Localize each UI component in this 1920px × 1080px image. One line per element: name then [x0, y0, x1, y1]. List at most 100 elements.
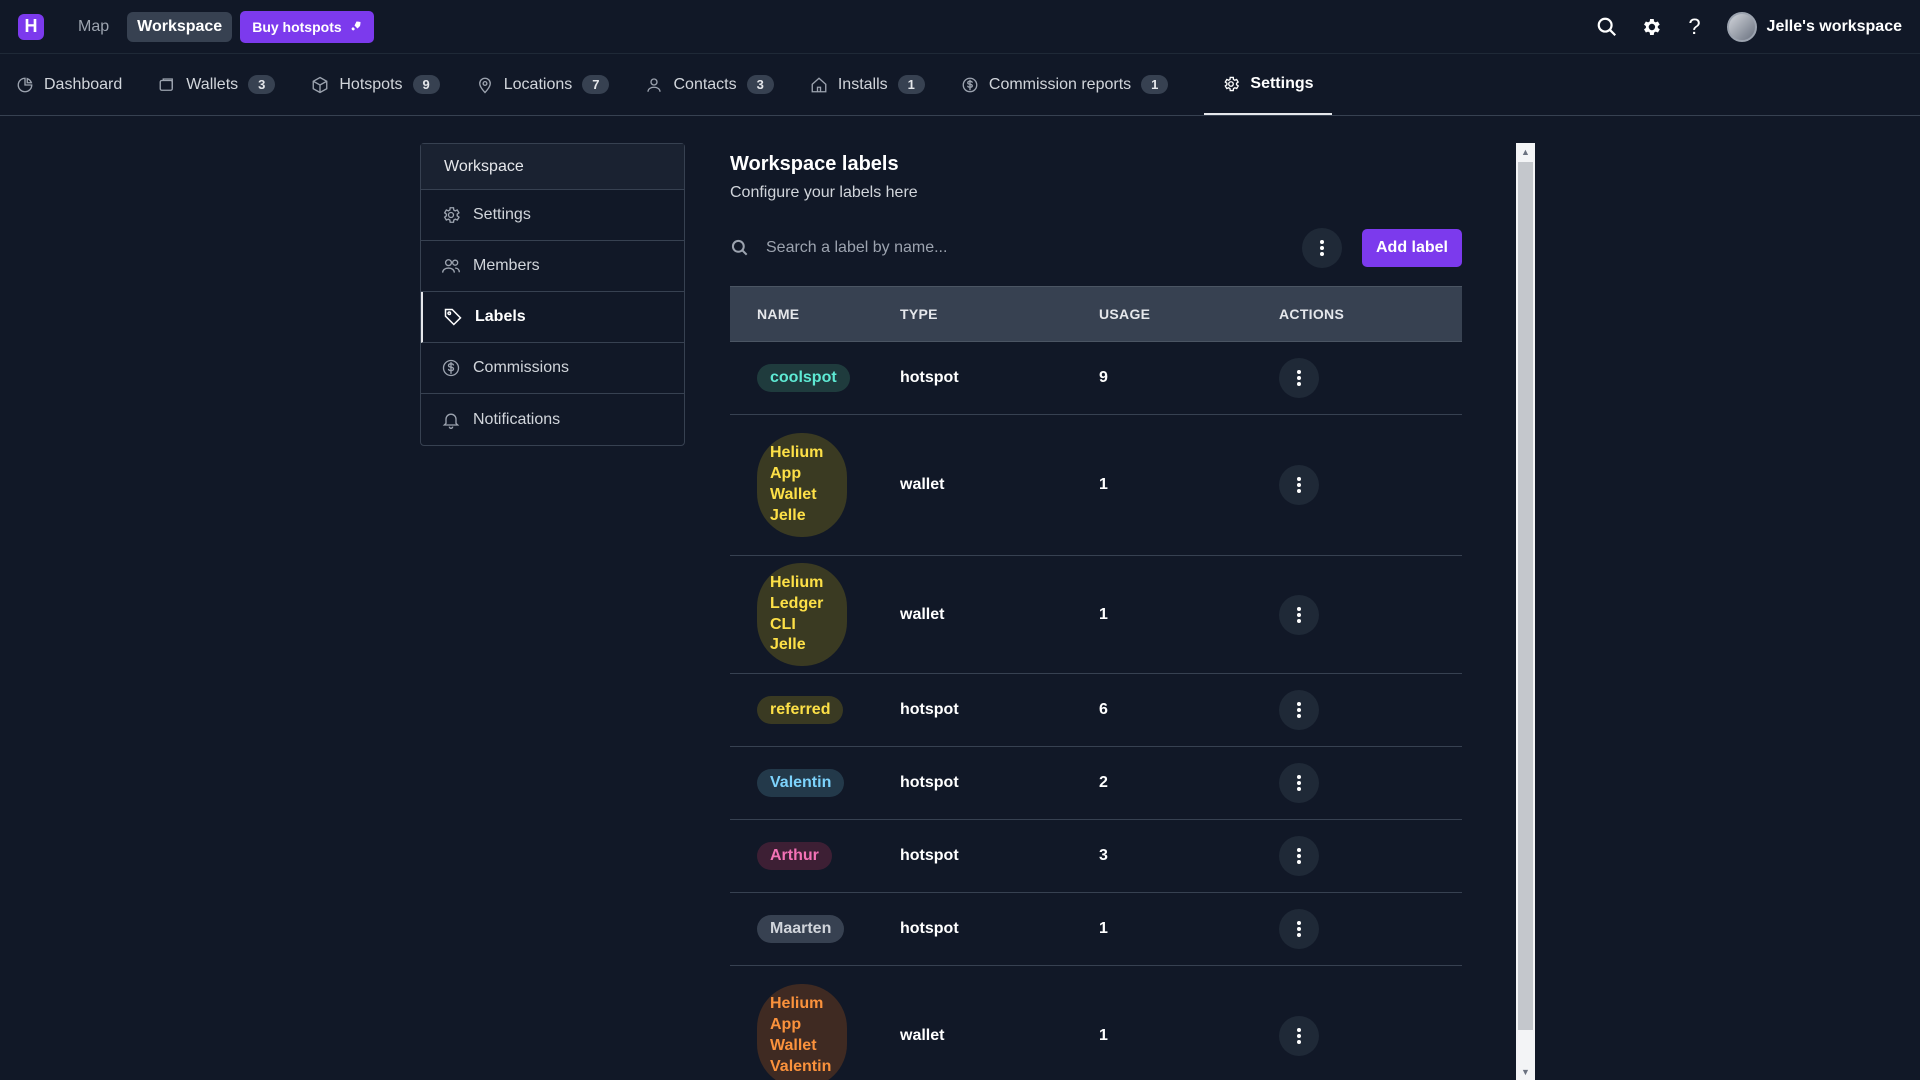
gear-icon: [441, 205, 461, 225]
usage-cell: 6: [1099, 701, 1108, 718]
search-icon[interactable]: [1595, 15, 1619, 39]
row-actions-button[interactable]: [1279, 690, 1319, 730]
side-menu-item-members[interactable]: Members: [421, 241, 684, 292]
page-title: Workspace labels: [730, 153, 899, 175]
buy-hotspots-button[interactable]: Buy hotspots: [240, 10, 374, 43]
tab-label: Contacts: [673, 75, 737, 93]
labels-panel: Workspace labels Configure your labels h…: [730, 143, 1462, 1080]
tab-settings[interactable]: Settings: [1204, 54, 1332, 115]
users-icon: [441, 256, 461, 276]
count-badge: 1: [1141, 75, 1169, 94]
type-cell: hotspot: [900, 847, 959, 864]
cube-icon: [311, 76, 329, 94]
count-badge: 9: [412, 75, 440, 94]
kebab-icon: [1297, 921, 1301, 937]
more-options-button[interactable]: [1301, 228, 1342, 268]
kebab-icon: [1297, 848, 1301, 864]
usage-cell: 3: [1099, 847, 1108, 864]
type-cell: hotspot: [900, 701, 959, 718]
name-cell: coolspot: [730, 363, 900, 393]
label-chip: Valentin: [757, 768, 845, 798]
usage-cell: 1: [1099, 476, 1108, 493]
labels-table: NAME TYPE USAGE ACTIONS coolspot hotspot 9…: [730, 286, 1462, 1080]
kebab-icon: [1297, 775, 1301, 791]
name-cell: Helium App Wallet Jelle: [730, 433, 900, 537]
column-header-type[interactable]: TYPE: [900, 306, 1099, 322]
count-badge: 3: [248, 75, 276, 94]
tab-label: Installs: [837, 75, 888, 93]
side-menu-label: Labels: [475, 308, 526, 325]
table-row: Arthur hotspot 3: [730, 820, 1462, 893]
row-actions-button[interactable]: [1279, 909, 1319, 949]
side-menu-label: Settings: [473, 206, 531, 223]
pie-chart-icon: [16, 76, 34, 94]
dollar-circle-icon: [961, 76, 979, 94]
usage-cell: 1: [1099, 605, 1108, 623]
scrollbar[interactable]: ▲ ▼: [1516, 143, 1535, 1080]
column-header-name[interactable]: NAME: [730, 306, 900, 322]
workspace-name[interactable]: Jelle's workspace: [1767, 18, 1902, 36]
type-cell: hotspot: [900, 369, 959, 386]
tab-label: Wallets: [186, 75, 239, 93]
side-menu-item-commissions[interactable]: Commissions: [421, 343, 684, 394]
kebab-icon: [1319, 240, 1324, 256]
help-icon[interactable]: ?: [1683, 14, 1707, 39]
nav-map[interactable]: Map: [68, 12, 119, 42]
label-chip: Maarten: [757, 914, 845, 944]
tab-commission-reports[interactable]: Commission reports 1: [961, 54, 1187, 115]
column-header-usage[interactable]: USAGE: [1099, 306, 1279, 322]
side-menu-item-labels[interactable]: Labels: [421, 292, 684, 343]
tab-hotspots[interactable]: Hotspots 9: [311, 54, 457, 115]
row-actions-button[interactable]: [1279, 465, 1319, 505]
avatar[interactable]: [1726, 11, 1757, 42]
actions-cell: [1279, 1016, 1429, 1056]
dollar-circle-icon: [441, 358, 461, 378]
nav-workspace[interactable]: Workspace: [127, 11, 233, 42]
tab-label: Settings: [1250, 74, 1314, 92]
type-cell: hotspot: [900, 774, 959, 791]
scroll-down-arrow-icon[interactable]: ▼: [1516, 1063, 1535, 1080]
usage-cell: 9: [1099, 369, 1108, 386]
count-badge: 3: [746, 75, 774, 94]
tab-dashboard[interactable]: Dashboard: [16, 54, 140, 115]
add-label-button[interactable]: Add label: [1361, 229, 1462, 267]
usage-cell: 1: [1099, 1027, 1108, 1044]
label-search-input[interactable]: [752, 239, 1302, 257]
table-row: Valentin hotspot 2: [730, 747, 1462, 820]
kebab-icon: [1297, 606, 1301, 623]
tab-installs[interactable]: Installs 1: [810, 54, 943, 115]
tag-icon: [443, 307, 463, 327]
gear-icon[interactable]: [1639, 15, 1663, 39]
row-actions-button[interactable]: [1279, 358, 1319, 398]
map-pin-icon: [476, 76, 494, 94]
buy-hotspots-label: Buy hotspots: [252, 18, 342, 35]
helium-logo[interactable]: H: [18, 13, 44, 40]
scroll-thumb[interactable]: [1518, 162, 1533, 1030]
actions-cell: [1279, 690, 1429, 730]
side-menu-item-notifications[interactable]: Notifications: [421, 394, 684, 445]
row-actions-button[interactable]: [1279, 763, 1319, 803]
label-chip: coolspot: [757, 363, 850, 393]
page-subtitle: Configure your labels here: [730, 184, 918, 201]
actions-cell: [1279, 465, 1429, 505]
tab-wallets[interactable]: Wallets 3: [158, 54, 293, 115]
row-actions-button[interactable]: [1279, 836, 1319, 876]
wallet-icon: [158, 76, 176, 94]
gear-icon: [1222, 75, 1240, 93]
scroll-up-arrow-icon[interactable]: ▲: [1516, 143, 1535, 160]
usage-cell: 2: [1099, 774, 1108, 791]
row-actions-button[interactable]: [1279, 594, 1319, 635]
top-bar: H Map Workspace Buy hotspots ? Jelle's w…: [0, 0, 1920, 54]
label-chip: Helium App Wallet Valentin: [757, 984, 847, 1080]
name-cell: Maarten: [730, 914, 900, 944]
tab-bar: Dashboard Wallets 3 Hotspots 9 Locations…: [0, 54, 1920, 116]
side-menu-header: Workspace: [421, 144, 684, 190]
row-actions-button[interactable]: [1279, 1016, 1319, 1056]
tab-contacts[interactable]: Contacts 3: [645, 54, 791, 115]
tab-locations[interactable]: Locations 7: [476, 54, 628, 115]
rocket-icon: [350, 19, 362, 35]
side-menu-label: Members: [473, 257, 540, 274]
table-row: Helium Ledger CLI Jelle wallet 1: [730, 556, 1462, 674]
tab-label: Commission reports: [988, 75, 1132, 93]
side-menu-item-settings[interactable]: Settings: [421, 190, 684, 241]
